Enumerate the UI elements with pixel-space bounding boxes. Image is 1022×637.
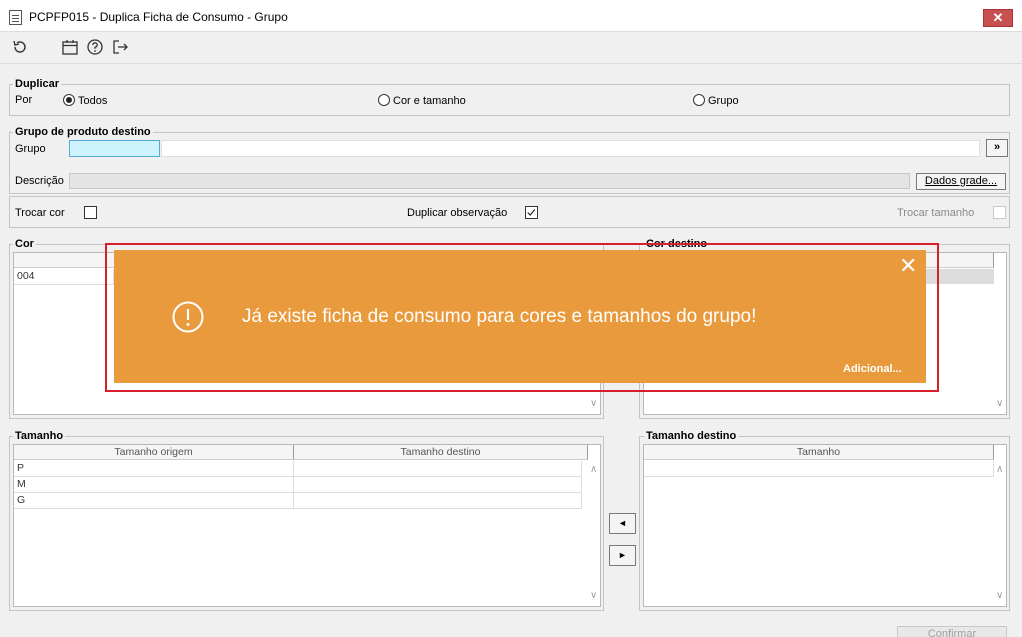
table-row-destino[interactable]	[294, 477, 582, 493]
exit-icon[interactable]	[111, 38, 129, 56]
toast-adicional-link[interactable]: Adicional...	[843, 363, 902, 375]
duplicar-legend: Duplicar	[13, 78, 62, 90]
toast-close-icon[interactable]: ✕	[899, 255, 917, 277]
confirmar-button[interactable]: Confirmar	[897, 626, 1007, 637]
tamanho-legend: Tamanho	[13, 430, 66, 442]
cor-destino-scroll-down-icon[interactable]: ∨	[996, 398, 1003, 409]
cor-row[interactable]: 004	[14, 269, 114, 285]
toolbar	[0, 32, 1022, 64]
duplicar-observacao-label: Duplicar observação	[407, 207, 508, 219]
table-row-destino[interactable]	[294, 461, 582, 477]
options-row	[9, 196, 1010, 228]
radio-todos[interactable]	[63, 94, 75, 106]
trocar-tamanho-label: Trocar tamanho	[897, 207, 975, 219]
grupo-label: Grupo	[15, 143, 46, 155]
dados-grade-button[interactable]: Dados grade...	[916, 173, 1006, 190]
radio-grupo[interactable]	[693, 94, 705, 106]
cor-scroll-down-icon[interactable]: ∨	[590, 398, 597, 409]
toast-message: Já existe ficha de consumo para cores e …	[242, 306, 757, 327]
tamanho-destino-header[interactable]: Tamanho destino	[294, 445, 588, 460]
trocar-cor-checkbox[interactable]	[84, 206, 97, 219]
duplicar-group	[9, 84, 1010, 116]
calendar-icon[interactable]	[61, 38, 79, 56]
table-row-origem[interactable]: M	[14, 477, 294, 493]
window-title: PCPFP015 - Duplica Ficha de Consumo - Gr…	[29, 10, 288, 24]
tamanho-destino-legend: Tamanho destino	[644, 430, 739, 442]
trocar-cor-label: Trocar cor	[15, 207, 65, 219]
tamanho-scroll-up-icon[interactable]: ∧	[590, 464, 597, 475]
refresh-icon[interactable]	[11, 38, 29, 56]
grupo-name-input[interactable]	[161, 140, 980, 157]
move-left-button[interactable]: ◄	[609, 513, 636, 534]
grupo-code-input[interactable]	[69, 140, 160, 157]
radio-cor-e-tamanho[interactable]	[378, 94, 390, 106]
checkmark-icon	[527, 209, 536, 216]
duplicar-observacao-checkbox[interactable]	[525, 206, 538, 219]
por-label: Por	[15, 94, 33, 106]
grupo-destino-legend: Grupo de produto destino	[13, 126, 153, 138]
move-right-button[interactable]: ►	[609, 545, 636, 566]
exclamation-icon	[171, 300, 205, 334]
tamanho-destino-scroll-up-icon[interactable]: ∧	[996, 464, 1003, 475]
help-icon[interactable]	[86, 38, 104, 56]
descricao-label: Descrição	[15, 175, 64, 187]
table-row-origem[interactable]: P	[14, 461, 294, 477]
radio-cor-e-tamanho-label: Cor e tamanho	[393, 95, 466, 107]
trocar-tamanho-checkbox[interactable]	[993, 206, 1006, 219]
window-close-button[interactable]: ✕	[983, 9, 1013, 27]
radio-grupo-label: Grupo	[708, 95, 739, 107]
tamanho-scroll-down-icon[interactable]: ∨	[590, 590, 597, 601]
document-icon	[9, 10, 22, 25]
grupo-lookup-button[interactable]: »	[986, 139, 1008, 157]
tamanho-destino-scroll-down-icon[interactable]: ∨	[996, 590, 1003, 601]
table-row[interactable]	[644, 461, 994, 477]
table-row-origem[interactable]: G	[14, 493, 294, 509]
descricao-field	[69, 173, 910, 189]
cor-legend: Cor	[13, 238, 36, 250]
table-row-destino[interactable]	[294, 493, 582, 509]
tamanho-destino-column-header[interactable]: Tamanho	[644, 445, 994, 460]
radio-todos-label: Todos	[78, 95, 108, 107]
tamanho-origem-header[interactable]: Tamanho origem	[14, 445, 294, 460]
